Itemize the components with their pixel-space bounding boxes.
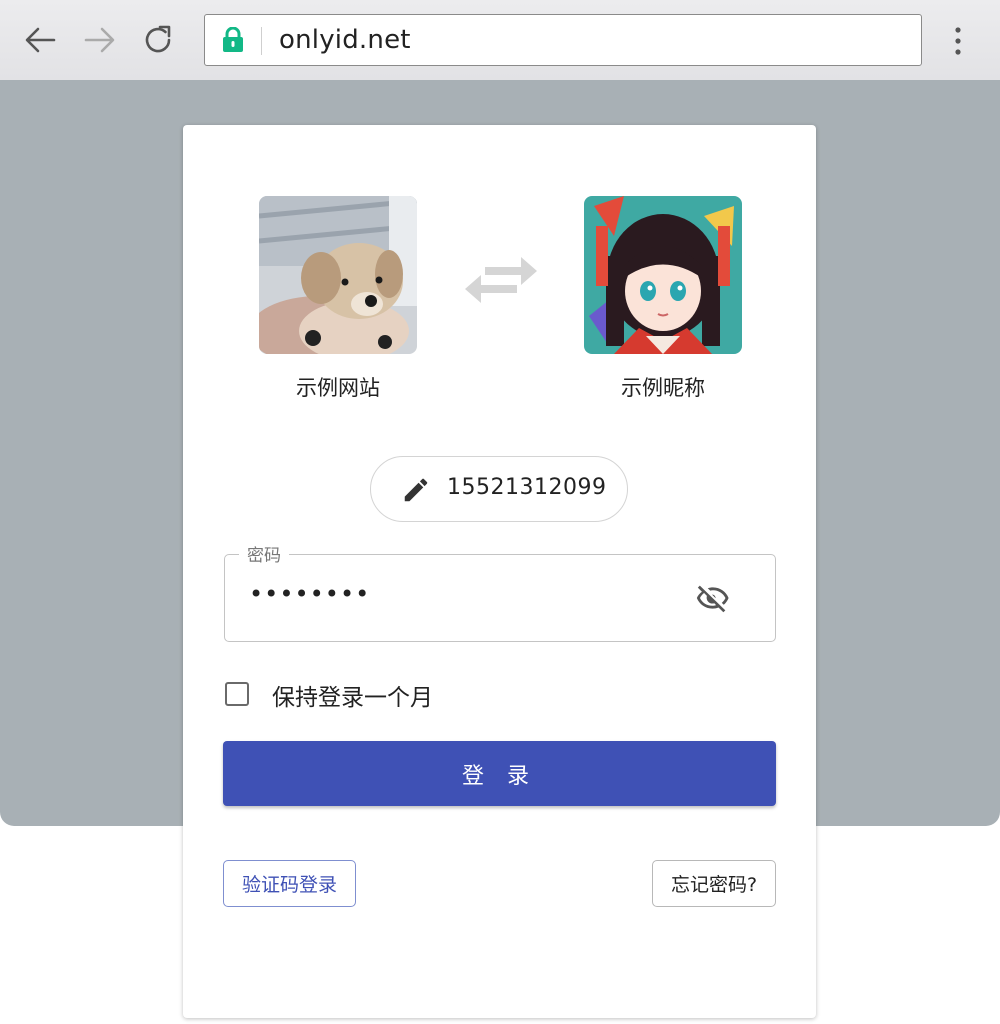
user-nickname: 示例昵称 — [621, 376, 705, 400]
swap-arrows-icon — [465, 257, 537, 303]
password-field[interactable]: 密码 — [224, 541, 776, 642]
site-logo — [259, 196, 417, 354]
forward-arrow-icon[interactable] — [80, 20, 120, 60]
login-button[interactable]: 登 录 — [223, 741, 776, 806]
phone-chip[interactable]: 15521312099 — [370, 456, 628, 522]
visibility-off-icon[interactable] — [695, 581, 731, 615]
pencil-edit-icon — [404, 478, 428, 502]
more-vert-icon[interactable] — [946, 24, 970, 58]
password-legend: 密码 — [239, 541, 289, 566]
url-separator — [261, 27, 262, 55]
remember-checkbox[interactable] — [225, 682, 249, 706]
forgot-password-button[interactable]: 忘记密码? — [652, 860, 776, 907]
remember-label: 保持登录一个月 — [272, 685, 433, 711]
back-arrow-icon[interactable] — [20, 20, 60, 60]
site-name: 示例网站 — [296, 376, 380, 400]
user-avatar — [584, 196, 742, 354]
phone-number: 15521312099 — [447, 475, 607, 500]
login-card: 示例网站 示例昵称 15521312099 密码 •••••••• 保持登录一个… — [183, 125, 816, 1018]
reload-icon[interactable] — [138, 20, 178, 60]
sms-login-button[interactable]: 验证码登录 — [223, 860, 356, 907]
dog-photo-icon — [259, 196, 417, 354]
browser-toolbar: onlyid.net — [0, 0, 1000, 80]
address-bar[interactable]: onlyid.net — [204, 14, 922, 66]
url-text: onlyid.net — [279, 25, 411, 55]
anime-avatar-icon — [584, 196, 742, 354]
lock-icon — [223, 27, 243, 52]
password-input[interactable] — [247, 579, 671, 609]
